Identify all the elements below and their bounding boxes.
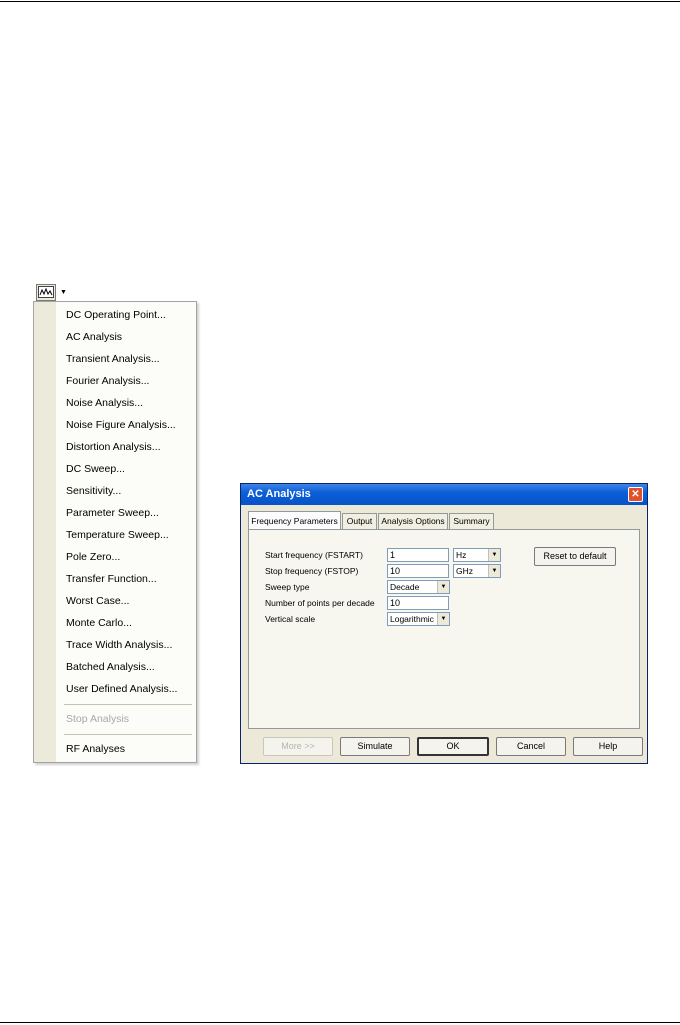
menu-item-transfer-function[interactable]: Transfer Function... — [66, 568, 196, 590]
menu-item-trace-width-analysis[interactable]: Trace Width Analysis... — [66, 634, 196, 656]
cancel-button[interactable]: Cancel — [496, 737, 566, 756]
chevron-down-icon[interactable]: ▼ — [437, 613, 449, 625]
dialog-title: AC Analysis — [247, 488, 311, 500]
analysis-graph-icon[interactable] — [36, 283, 56, 301]
ac-analysis-dialog: AC Analysis ✕ Frequency Parameters Outpu… — [240, 483, 648, 764]
sweep-type-label: Sweep type — [265, 582, 310, 592]
chevron-down-icon[interactable]: ▼ — [488, 565, 500, 577]
menu-item-distortion-analysis[interactable]: Distortion Analysis... — [66, 436, 196, 458]
vertical-scale-label: Vertical scale — [265, 614, 316, 624]
menu-item-user-defined-analysis[interactable]: User Defined Analysis... — [66, 678, 196, 700]
menu-item-rf-analyses[interactable]: RF Analyses — [66, 738, 196, 760]
menu-item-stop-analysis: Stop Analysis — [66, 713, 130, 725]
ok-button[interactable]: OK — [417, 737, 489, 756]
dialog-titlebar[interactable]: AC Analysis — [241, 484, 647, 505]
menu-item-dc-operating-point[interactable]: DC Operating Point... — [66, 304, 196, 326]
menu-item-monte-carlo[interactable]: Monte Carlo... — [66, 612, 196, 634]
analysis-menu-trigger[interactable]: ▼ — [36, 283, 70, 301]
menu-separator — [64, 734, 192, 735]
tab-analysis-options[interactable]: Analysis Options — [378, 513, 448, 529]
tab-output[interactable]: Output — [342, 513, 377, 529]
chevron-down-icon[interactable]: ▼ — [437, 581, 449, 593]
chevron-down-icon[interactable]: ▼ — [488, 549, 500, 561]
start-frequency-label: Start frequency (FSTART) — [265, 550, 363, 560]
points-per-decade-label: Number of points per decade — [265, 598, 375, 608]
stop-frequency-unit-value: GHz — [456, 566, 473, 576]
reset-to-default-button[interactable]: Reset to default — [534, 547, 616, 566]
points-per-decade-input[interactable] — [387, 596, 449, 610]
help-button[interactable]: Help — [573, 737, 643, 756]
menu-item-noise-analysis[interactable]: Noise Analysis... — [66, 392, 196, 414]
start-frequency-input[interactable] — [387, 548, 449, 562]
stop-frequency-label: Stop frequency (FSTOP) — [265, 566, 359, 576]
menu-item-fourier-analysis[interactable]: Fourier Analysis... — [66, 370, 196, 392]
menu-gutter — [34, 302, 56, 762]
chevron-down-icon[interactable]: ▼ — [60, 289, 67, 296]
menu-item-batched-analysis[interactable]: Batched Analysis... — [66, 656, 196, 678]
bottom-rule — [0, 1022, 680, 1023]
menu-item-temperature-sweep[interactable]: Temperature Sweep... — [66, 524, 196, 546]
menu-item-transient-analysis[interactable]: Transient Analysis... — [66, 348, 196, 370]
sweep-type-value: Decade — [390, 582, 420, 592]
stop-frequency-unit-select[interactable]: GHz ▼ — [453, 564, 501, 578]
frequency-parameters-panel: Start frequency (FSTART) Hz ▼ Stop frequ… — [248, 529, 640, 729]
menu-item-dc-sweep[interactable]: DC Sweep... — [66, 458, 196, 480]
tab-frequency-parameters[interactable]: Frequency Parameters — [248, 511, 341, 530]
start-frequency-unit-value: Hz — [456, 550, 467, 560]
menu-item-pole-zero[interactable]: Pole Zero... — [66, 546, 196, 568]
close-icon[interactable]: ✕ — [628, 487, 643, 502]
simulate-button[interactable]: Simulate — [340, 737, 410, 756]
menu-item-worst-case[interactable]: Worst Case... — [66, 590, 196, 612]
tab-summary[interactable]: Summary — [449, 513, 494, 529]
menu-item-sensitivity[interactable]: Sensitivity... — [66, 480, 196, 502]
vertical-scale-select[interactable]: Logarithmic ▼ — [387, 612, 450, 626]
start-frequency-unit-select[interactable]: Hz ▼ — [453, 548, 501, 562]
menu-separator — [64, 704, 192, 705]
sweep-type-select[interactable]: Decade ▼ — [387, 580, 450, 594]
top-rule — [0, 1, 680, 2]
menu-item-parameter-sweep[interactable]: Parameter Sweep... — [66, 502, 196, 524]
vertical-scale-value: Logarithmic — [390, 614, 434, 624]
analysis-menu: DC Operating Point... AC Analysis Transi… — [33, 301, 197, 763]
menu-item-ac-analysis[interactable]: AC Analysis — [66, 326, 196, 348]
stop-frequency-input[interactable] — [387, 564, 449, 578]
menu-item-noise-figure-analysis[interactable]: Noise Figure Analysis... — [66, 414, 196, 436]
more-button: More >> — [263, 737, 333, 756]
